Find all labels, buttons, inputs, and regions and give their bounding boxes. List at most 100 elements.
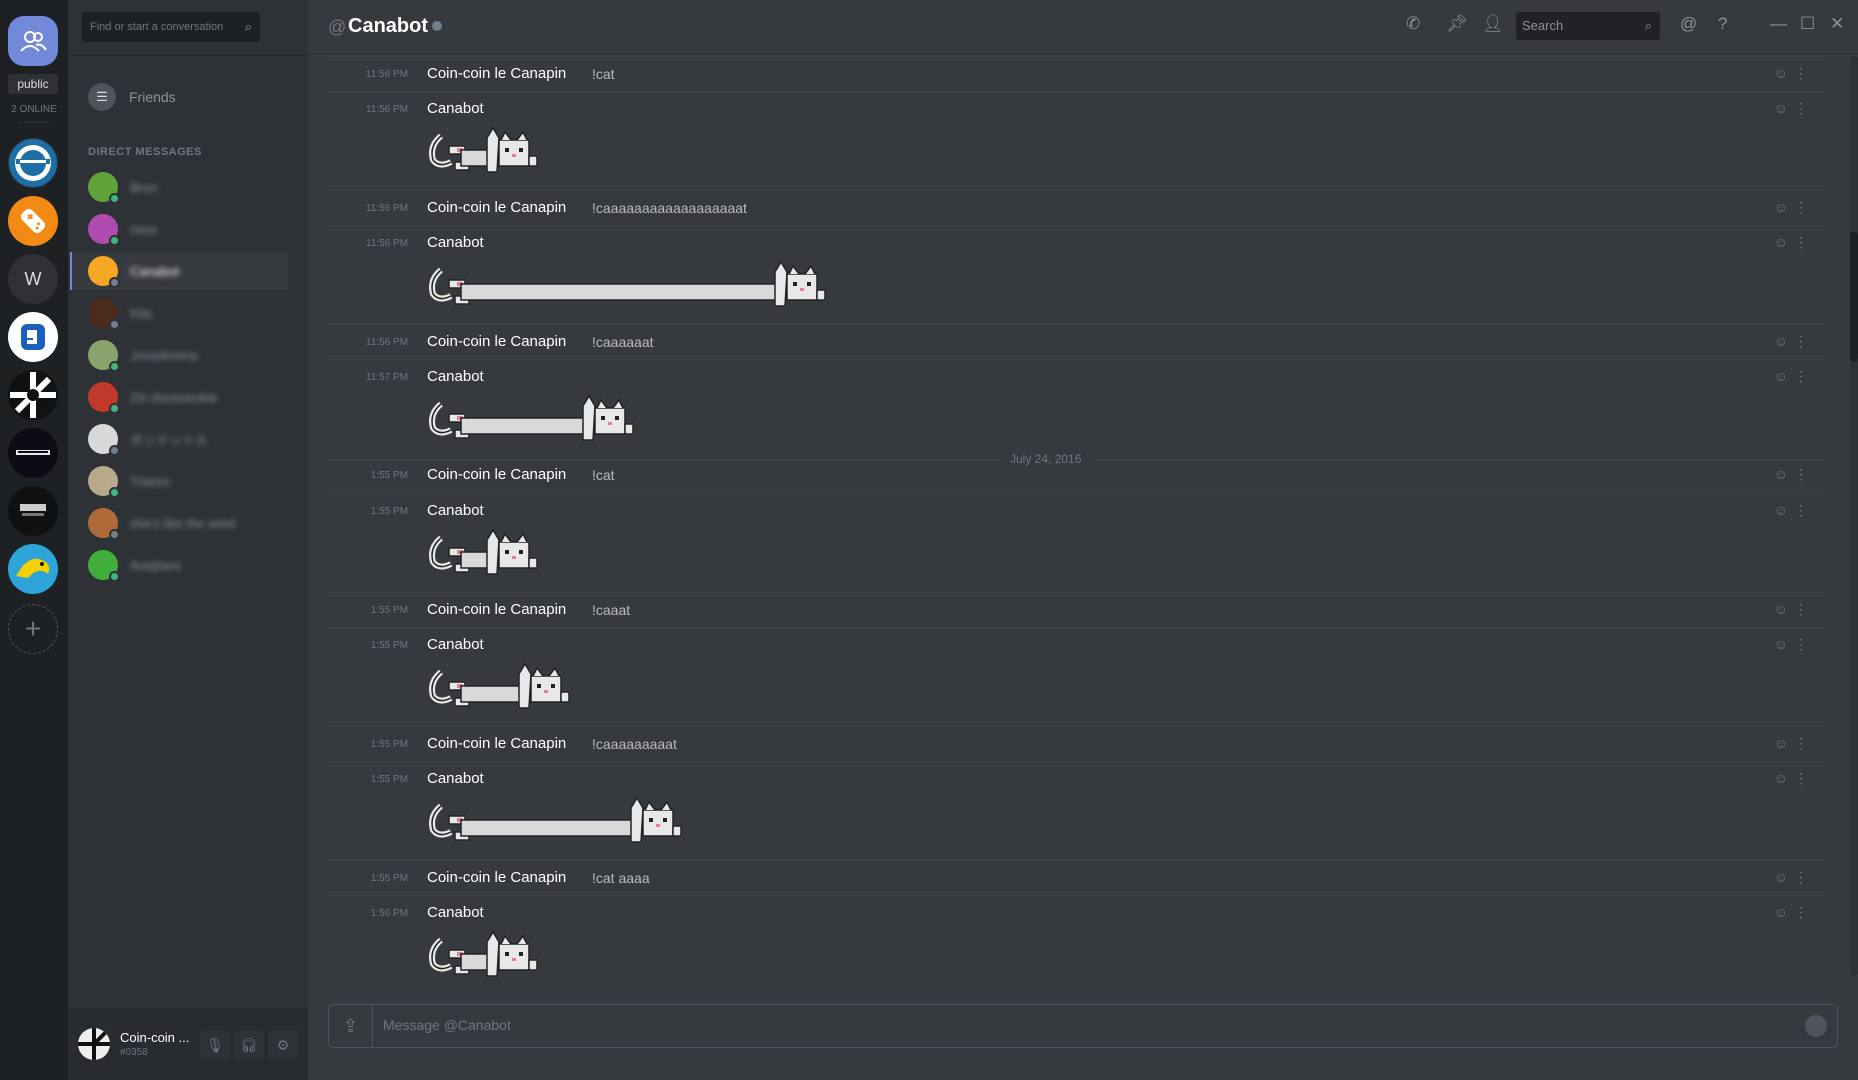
guild-spiral[interactable] (8, 370, 58, 420)
message-author[interactable]: Canabot (427, 904, 484, 921)
maximize-icon[interactable]: ☐ (1800, 14, 1815, 34)
add-reaction-icon[interactable]: ☺ (1774, 234, 1788, 250)
more-options-icon[interactable]: ⋮ (1794, 904, 1808, 921)
message-content: !caaaaaat (592, 334, 654, 350)
close-icon[interactable]: ✕ (1830, 14, 1844, 34)
add-reaction-icon[interactable]: ☺ (1774, 368, 1788, 384)
cat-image[interactable] (427, 528, 539, 580)
cat-image[interactable] (427, 662, 571, 714)
scrollbar-thumb[interactable] (1850, 232, 1858, 362)
user-settings-button[interactable]: ⚙ (268, 1030, 298, 1060)
dm-item[interactable]: Canabot (70, 252, 288, 290)
more-options-icon[interactable]: ⋮ (1794, 636, 1808, 653)
help-icon[interactable]: ? (1718, 14, 1727, 34)
add-reaction-icon[interactable]: ☺ (1774, 65, 1788, 81)
add-reaction-icon[interactable]: ☺ (1774, 869, 1788, 885)
more-options-icon[interactable]: ⋮ (1794, 770, 1808, 787)
message-input[interactable]: Message @Canabot (383, 1017, 511, 1033)
message-author[interactable]: Coin-coin le Canapin (427, 869, 566, 886)
dm-item[interactable]: JoviaAnima (70, 336, 288, 374)
message-content: !caaaaaaaaaaaaaaaaaat (592, 200, 747, 216)
upload-icon: ⇪ (342, 1015, 359, 1036)
guild-bird[interactable] (8, 544, 58, 594)
message-author[interactable]: Canabot (427, 770, 484, 787)
more-options-icon[interactable]: ⋮ (1794, 333, 1808, 350)
mute-button[interactable]: 🎙︎ (200, 1030, 230, 1060)
message-author[interactable]: Canabot (427, 636, 484, 653)
more-options-icon[interactable]: ⋮ (1794, 869, 1808, 886)
guild-laughing-man[interactable] (8, 138, 58, 188)
dm-item[interactable]: ボンドットル (70, 420, 288, 458)
add-reaction-icon[interactable]: ☺ (1774, 466, 1788, 482)
user-avatar[interactable] (78, 1028, 110, 1060)
conversation-search-input[interactable]: Find or start a conversation ⌕ (82, 12, 260, 42)
cat-image[interactable] (427, 126, 539, 178)
guild-space[interactable] (8, 428, 58, 478)
message-author[interactable]: Coin-coin le Canapin (427, 333, 566, 350)
guild-blue-logo[interactable] (8, 312, 58, 362)
guild-w[interactable]: W (8, 254, 58, 304)
more-options-icon[interactable]: ⋮ (1794, 199, 1808, 216)
message-author[interactable]: Coin-coin le Canapin (427, 601, 566, 618)
more-options-icon[interactable]: ⋮ (1794, 601, 1808, 618)
add-reaction-icon[interactable]: ☺ (1774, 199, 1788, 215)
add-reaction-icon[interactable]: ☺ (1774, 636, 1788, 652)
cat-image[interactable] (427, 796, 683, 848)
add-reaction-icon[interactable]: ☺ (1774, 502, 1788, 518)
add-reaction-icon[interactable]: ☺ (1774, 770, 1788, 786)
dm-item[interactable]: Anejheni (70, 546, 288, 584)
more-options-icon[interactable]: ⋮ (1794, 65, 1808, 82)
message-author[interactable]: Coin-coin le Canapin (427, 199, 566, 216)
message-author[interactable]: Coin-coin le Canapin (427, 735, 566, 752)
minimize-icon[interactable]: — (1770, 14, 1787, 34)
message-author[interactable]: Canabot (427, 368, 484, 385)
add-reaction-icon[interactable]: ☺ (1774, 735, 1788, 751)
message-author[interactable]: Canabot (427, 502, 484, 519)
more-options-icon[interactable]: ⋮ (1794, 466, 1808, 483)
scrollbar[interactable] (1850, 56, 1858, 976)
cat-image[interactable] (427, 394, 635, 446)
guild-gamepad[interactable] (8, 196, 58, 246)
message-author[interactable]: Canabot (427, 234, 484, 251)
message-author[interactable]: Canabot (427, 100, 484, 117)
upload-button[interactable]: ⇪ (329, 1005, 373, 1047)
more-options-icon[interactable]: ⋮ (1794, 368, 1808, 385)
dm-home-button[interactable] (8, 16, 58, 66)
dm-item[interactable]: Kila (70, 294, 288, 332)
add-reaction-icon[interactable]: ☺ (1774, 100, 1788, 116)
more-options-icon[interactable]: ⋮ (1794, 502, 1808, 519)
dm-sidebar: Find or start a conversation ⌕ ☰ Friends… (68, 0, 308, 1080)
add-reaction-icon[interactable]: ☺ (1774, 333, 1788, 349)
mention-icon[interactable]: @ (1680, 14, 1697, 34)
deafen-button[interactable]: 🎧︎ (234, 1030, 264, 1060)
phone-icon[interactable]: ✆ (1406, 14, 1420, 34)
dm-item[interactable]: Brun (70, 168, 288, 206)
dm-item[interactable]: Zin doosoeskie (70, 378, 288, 416)
add-friend-icon[interactable]: 👤︎ (1482, 14, 1504, 34)
more-options-icon[interactable]: ⋮ (1794, 234, 1808, 251)
message-row: 11:56 PM Coin-coin le Canapin !cat ☺ ⋮ (328, 56, 1826, 91)
message-row: 11:56 PM Canabot ☺ ⋮ (328, 225, 1826, 324)
message-timestamp: 11:56 PM (365, 69, 408, 80)
emoji-icon[interactable] (1805, 1015, 1827, 1037)
user-avatar-icon (78, 1028, 110, 1060)
cat-image[interactable] (427, 260, 827, 312)
message-search-input[interactable]: Search ⌕ (1516, 12, 1660, 40)
message-content: !caaat (592, 602, 631, 618)
dm-item[interactable]: Triamo (70, 462, 288, 500)
pin-icon[interactable]: 📌︎ (1446, 14, 1468, 34)
message-composer[interactable]: ⇪ Message @Canabot (328, 1004, 1838, 1048)
add-reaction-icon[interactable]: ☺ (1774, 904, 1788, 920)
message-author[interactable]: Coin-coin le Canapin (427, 466, 566, 483)
message-content: !caaaaaaaaat (592, 736, 677, 752)
cat-image[interactable] (427, 930, 539, 982)
dm-item[interactable]: she's like the wind (70, 504, 288, 542)
add-server-button[interactable]: + (8, 604, 58, 654)
more-options-icon[interactable]: ⋮ (1794, 735, 1808, 752)
add-reaction-icon[interactable]: ☺ (1774, 601, 1788, 617)
more-options-icon[interactable]: ⋮ (1794, 100, 1808, 117)
dm-item[interactable]: mice (70, 210, 288, 248)
guild-chut[interactable] (8, 486, 58, 536)
friends-link[interactable]: ☰ Friends (88, 82, 176, 112)
message-author[interactable]: Coin-coin le Canapin (427, 65, 566, 82)
